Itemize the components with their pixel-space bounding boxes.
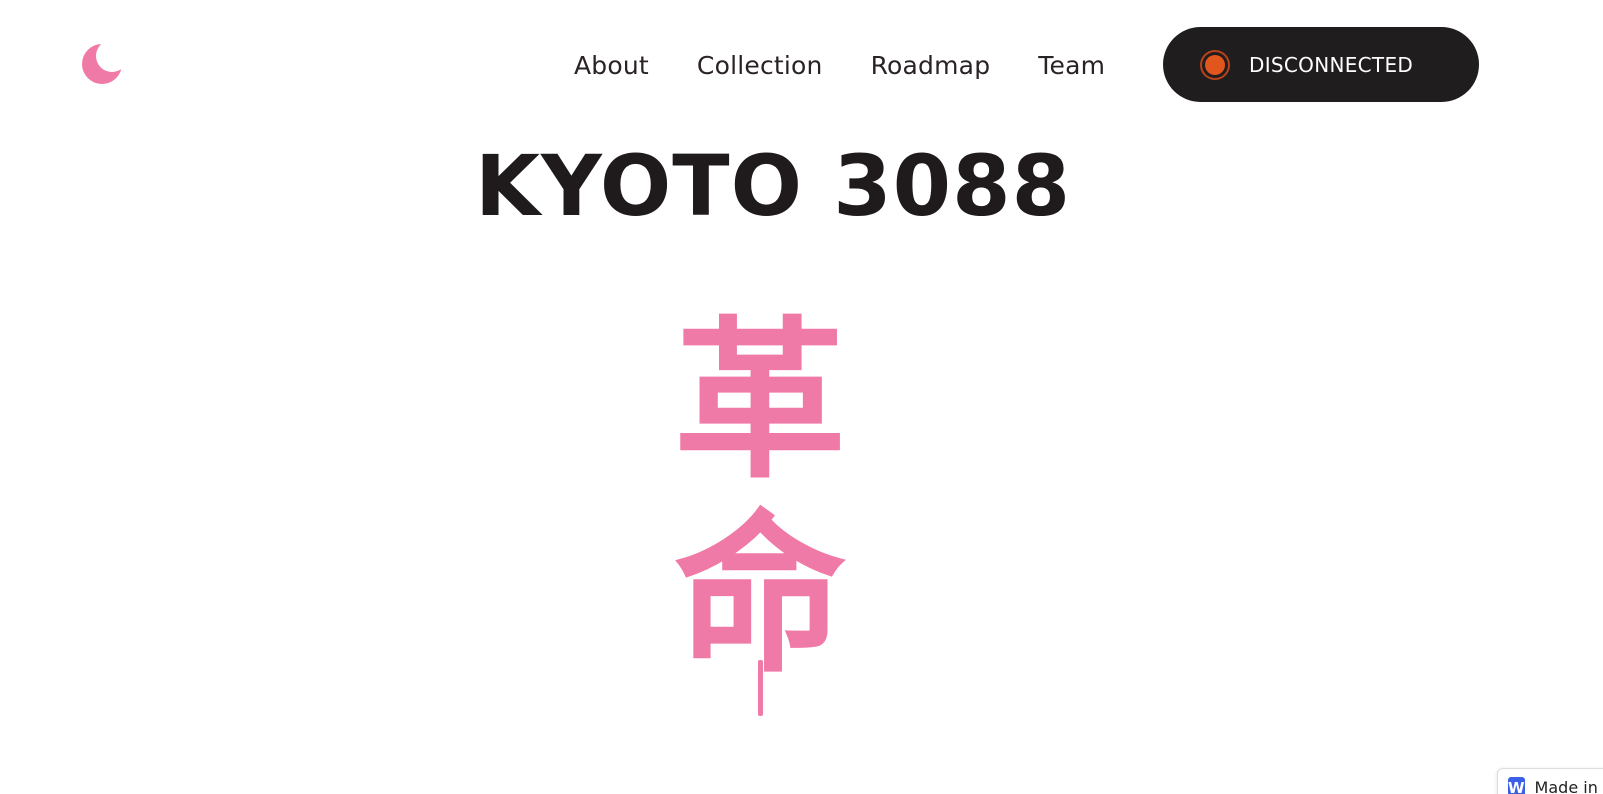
made-in-label: Made in Webflow <box>1534 778 1603 794</box>
nav-link-team[interactable]: Team <box>1038 51 1105 80</box>
made-in-webflow-badge[interactable]: W Made in Webflow <box>1497 768 1603 794</box>
calligraphy-tail-stroke <box>758 660 763 716</box>
calligraphy-char-revolution-1: 革 <box>674 299 846 502</box>
connection-status-icon <box>1205 54 1225 75</box>
calligraphy-image: 革 命 <box>650 300 870 720</box>
nav-link-roadmap[interactable]: Roadmap <box>871 51 991 80</box>
crescent-moon-icon[interactable] <box>80 42 124 86</box>
nav-link-about[interactable]: About <box>574 51 649 80</box>
page: About Collection Roadmap Team DISCONNECT… <box>0 0 1603 794</box>
webflow-logo-icon: W <box>1508 777 1525 794</box>
main-nav: About Collection Roadmap Team <box>574 44 1105 86</box>
nav-link-collection[interactable]: Collection <box>697 51 823 80</box>
connect-wallet-button[interactable]: DISCONNECTED <box>1163 27 1479 102</box>
connection-status-label: DISCONNECTED <box>1249 52 1414 77</box>
page-title: KYOTO 3088 <box>474 137 1072 235</box>
